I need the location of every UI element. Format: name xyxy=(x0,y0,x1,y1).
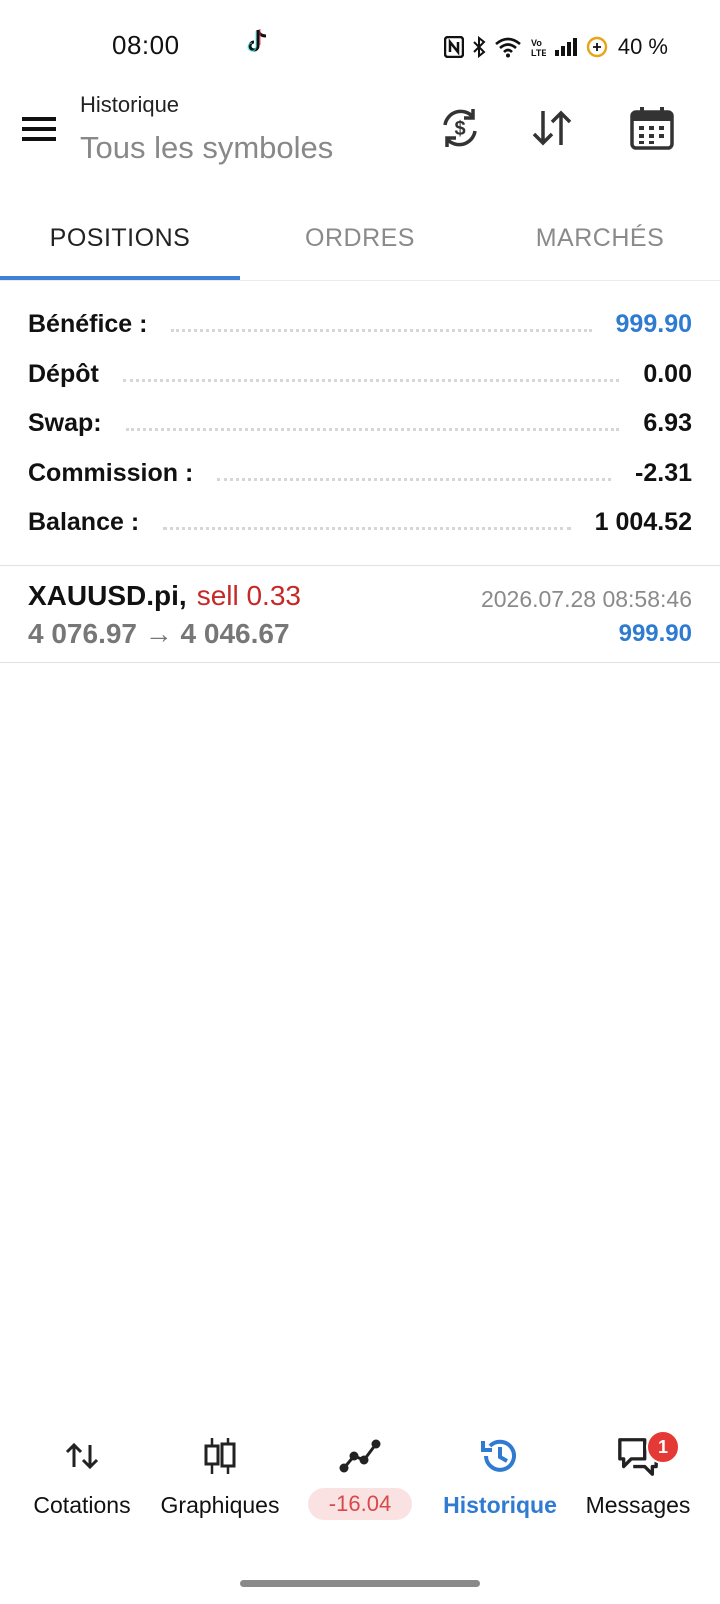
svg-text:Vo: Vo xyxy=(531,38,542,48)
deal-profit: 999.90 xyxy=(618,620,692,647)
nav-messages[interactable]: 1 Messages xyxy=(566,1424,710,1534)
sort-button[interactable] xyxy=(524,100,580,156)
status-bar: 08:00 Vo LTE 40 % xyxy=(0,0,720,96)
sort-arrows-icon xyxy=(532,110,572,146)
summary-value: 1 004.52 xyxy=(582,508,692,538)
summary-label: Bénéfice : xyxy=(28,310,160,340)
trade-chart-icon xyxy=(338,1436,382,1476)
summary-panel: Bénéfice : 999.90 Dépôt 0.00 Swap: 6.93 … xyxy=(28,300,692,548)
dotted-leader xyxy=(171,329,592,333)
notification-badge: 1 xyxy=(646,1430,680,1464)
signal-icon xyxy=(554,38,577,56)
dotted-leader xyxy=(125,428,620,432)
currency-exchange-icon: $ xyxy=(443,109,477,147)
summary-row-balance: Balance : 1 004.52 xyxy=(28,498,692,548)
dotted-leader xyxy=(163,527,571,531)
deal-symbol: XAUUSD.pi, xyxy=(28,580,187,611)
tab-ordres[interactable]: ORDRES xyxy=(240,196,480,280)
summary-row-swap: Swap: 6.93 xyxy=(28,399,692,449)
symbol-filter[interactable]: Tous les symboles xyxy=(80,130,333,166)
svg-text:$: $ xyxy=(454,118,465,140)
summary-value: 0.00 xyxy=(631,359,692,389)
history-icon xyxy=(478,1436,522,1476)
tab-bar: POSITIONS ORDRES MARCHÉS xyxy=(0,196,720,280)
status-icons: Vo LTE 40 % xyxy=(443,34,668,60)
bottom-nav: Cotations Graphiques -16.04 Historique 1… xyxy=(0,1424,720,1534)
battery-saver-icon xyxy=(586,36,608,58)
candlestick-icon xyxy=(198,1436,242,1476)
nav-historique[interactable]: Historique xyxy=(428,1424,572,1534)
nav-graphiques[interactable]: Graphiques xyxy=(148,1424,292,1534)
summary-row-benefice: Bénéfice : 999.90 xyxy=(28,300,692,350)
bluetooth-icon xyxy=(473,36,486,58)
deal-prices: 4 076.97 → 4 046.67 xyxy=(28,618,290,649)
summary-row-commission: Commission : -2.31 xyxy=(28,449,692,499)
deal-type: sell 0.33 xyxy=(196,580,301,611)
nav-cotations[interactable]: Cotations xyxy=(10,1424,154,1534)
summary-row-depot: Dépôt 0.00 xyxy=(28,350,692,400)
deal-time: 2026.07.28 08:58:46 xyxy=(480,586,692,612)
summary-label: Dépôt xyxy=(28,359,111,389)
nav-label: Historique xyxy=(443,1492,557,1518)
dotted-leader xyxy=(122,378,620,382)
nav-label: Graphiques xyxy=(160,1492,280,1518)
tiktok-icon xyxy=(247,29,267,52)
floating-pnl-badge: -16.04 xyxy=(308,1488,412,1520)
home-indicator[interactable] xyxy=(240,1580,480,1587)
nav-label: Cotations xyxy=(33,1492,131,1518)
currency-exchange-button[interactable]: $ xyxy=(432,100,488,156)
summary-label: Balance : xyxy=(28,508,152,538)
arrows-updown-icon xyxy=(60,1436,104,1476)
status-time: 08:00 xyxy=(112,30,180,60)
summary-value: 999.90 xyxy=(603,310,692,340)
divider xyxy=(0,662,720,663)
nfc-icon xyxy=(443,36,464,58)
battery-level: 40 % xyxy=(617,34,668,59)
tab-marches[interactable]: MARCHÉS xyxy=(480,196,720,280)
wifi-icon xyxy=(495,37,521,58)
dotted-leader xyxy=(217,477,612,481)
nav-trade[interactable]: -16.04 xyxy=(288,1424,432,1534)
page-title: Historique xyxy=(80,92,180,117)
summary-value: -2.31 xyxy=(623,458,692,488)
menu-icon[interactable] xyxy=(20,114,60,144)
summary-label: Commission : xyxy=(28,458,206,488)
volte-icon: Vo LTE xyxy=(531,38,546,58)
svg-text:LTE: LTE xyxy=(531,48,546,58)
summary-value: 6.93 xyxy=(631,409,692,439)
summary-label: Swap: xyxy=(28,409,114,439)
tabs-divider xyxy=(0,280,720,281)
calendar-button[interactable] xyxy=(624,100,680,156)
tab-positions[interactable]: POSITIONS xyxy=(0,196,240,280)
calendar-icon xyxy=(630,107,674,150)
deal-row[interactable]: XAUUSD.pi, sell 0.33 4 076.97 → 4 046.67… xyxy=(0,566,720,662)
nav-label: Messages xyxy=(585,1492,691,1518)
